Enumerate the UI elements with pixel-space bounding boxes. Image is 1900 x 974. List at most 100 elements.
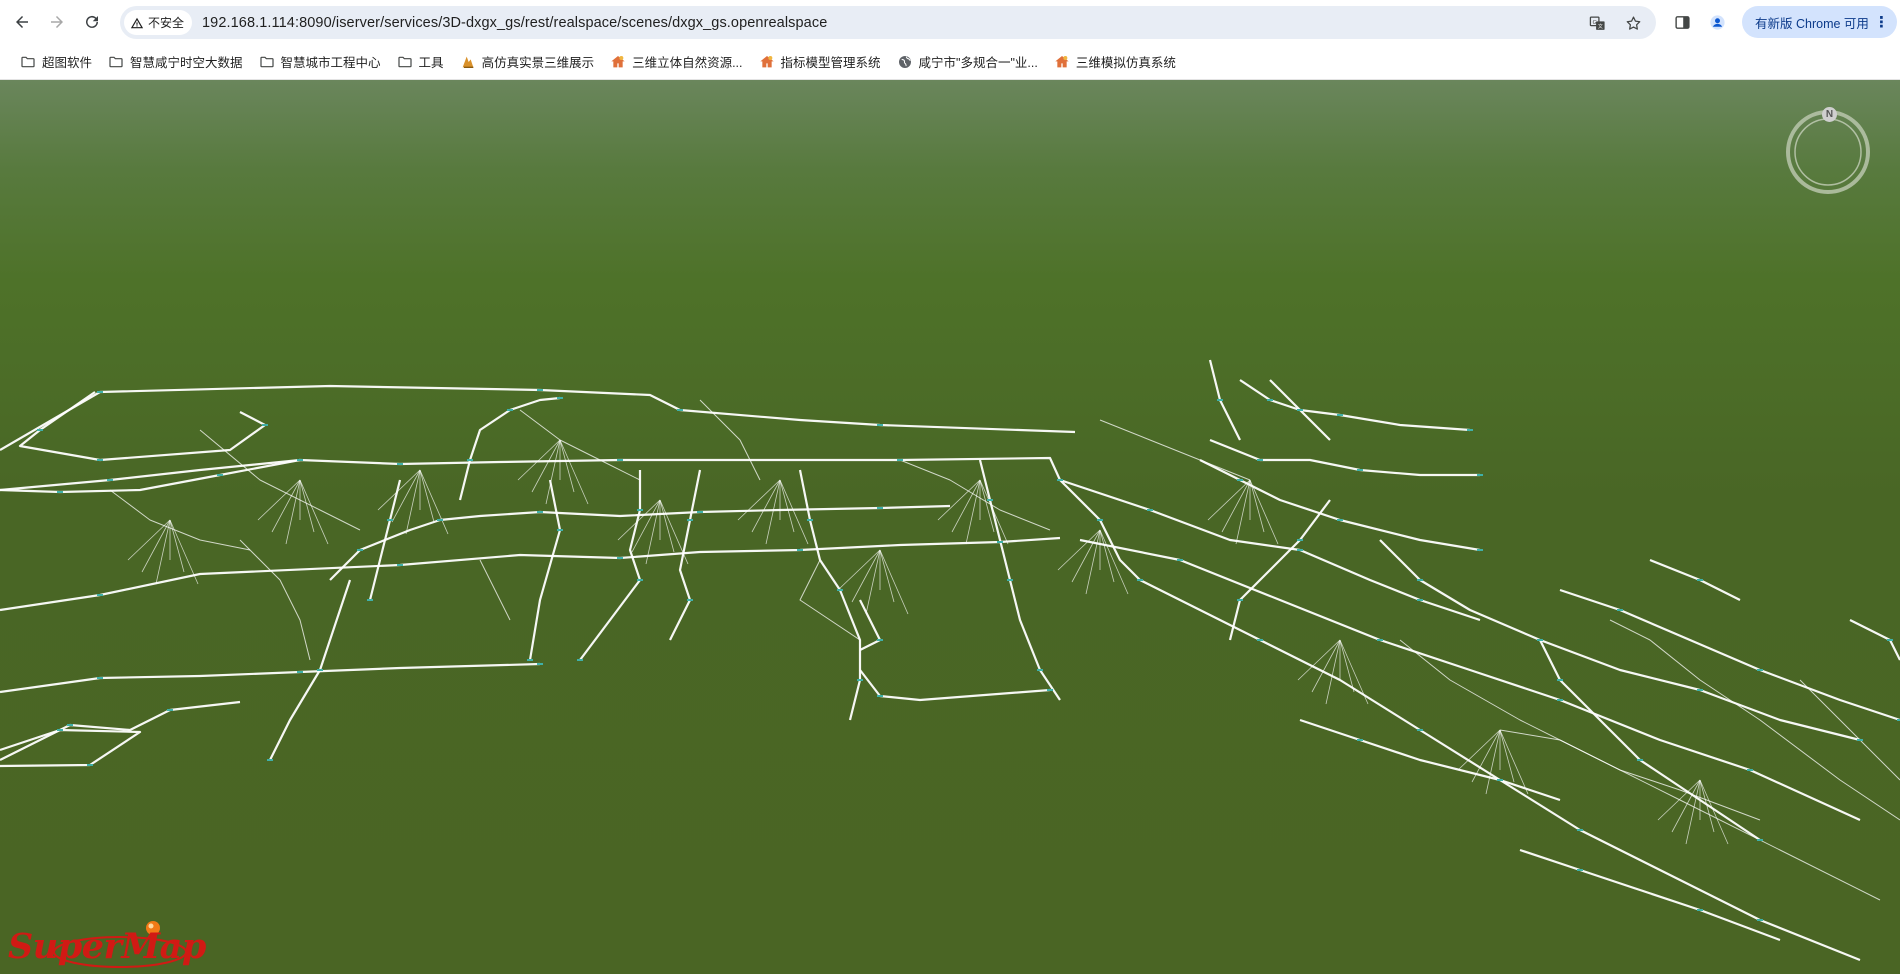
security-chip[interactable]: 不安全	[124, 10, 193, 35]
pipe-segment	[1208, 359, 1241, 441]
pipe-node	[1697, 579, 1703, 581]
pipe-node	[1337, 519, 1343, 521]
bookmark-label: 超图软件	[42, 56, 93, 70]
pipe-node	[1417, 729, 1423, 731]
pipe-segment	[368, 479, 402, 601]
pipe-node	[527, 659, 533, 661]
pipe-node	[537, 663, 543, 665]
pipe-junction-line	[1085, 529, 1101, 595]
kebab-menu-icon[interactable]: ⋮	[1874, 13, 1889, 31]
pipe-segment	[1079, 538, 1861, 822]
bookmark-label: 咸宁市"多规合一"业...	[918, 56, 1038, 70]
back-button[interactable]	[8, 8, 36, 36]
pipe-node	[1557, 699, 1563, 701]
bookmark-item[interactable]: 超图软件	[12, 48, 100, 76]
pipe-junction-line	[559, 439, 575, 493]
pipe-junction-line	[1325, 639, 1341, 705]
pipe-node	[577, 659, 583, 661]
pipe-segment	[1799, 679, 1900, 781]
pipe-node	[637, 509, 643, 511]
pipe-segment	[528, 479, 562, 661]
security-label: 不安全	[148, 16, 185, 30]
pipe-junction-line	[127, 519, 171, 561]
pipe-segment	[1379, 539, 1861, 742]
pipe-segment	[1199, 459, 1481, 552]
bookmark-item[interactable]: 咸宁市"多规合一"业...	[889, 48, 1046, 76]
pipe-segment	[329, 504, 951, 581]
pipe-node	[97, 391, 103, 393]
profile-button[interactable]	[1704, 9, 1730, 35]
pipe-junction-line	[559, 439, 589, 505]
pipe-node	[1577, 869, 1583, 871]
pipe-node	[267, 759, 273, 761]
pipe-junction-line	[751, 479, 781, 533]
pipe-node	[877, 639, 883, 641]
forward-button[interactable]	[43, 8, 71, 36]
pipe-junction-line	[419, 469, 435, 523]
reload-button[interactable]	[78, 8, 106, 36]
bookmark-label: 三维模拟仿真系统	[1075, 56, 1176, 70]
pipe-junction-line	[851, 549, 881, 603]
bookmark-item[interactable]: 智慧城市工程中心	[251, 48, 389, 76]
folder-icon	[397, 56, 412, 67]
pipe-node	[1757, 919, 1763, 921]
bookmark-label: 智慧城市工程中心	[280, 56, 381, 70]
pipe-node	[1137, 579, 1143, 581]
pipe-node	[1257, 459, 1263, 461]
pipe-junction-line	[141, 519, 171, 573]
pipe-segment	[1228, 499, 1331, 641]
pipe-junction-line	[659, 499, 675, 553]
pipe-node	[97, 677, 103, 679]
warning-icon	[130, 17, 144, 28]
pipe-junction-line	[737, 479, 781, 521]
pipe-node	[97, 594, 103, 596]
pipe-node	[1237, 479, 1243, 481]
pipe-node	[1337, 414, 1343, 416]
pipe-node	[557, 397, 563, 399]
pipe-node	[1267, 399, 1273, 401]
chrome-update-button[interactable]: 有新版 Chrome 可用 ⋮	[1742, 6, 1897, 38]
pipe-segment	[1099, 419, 1251, 481]
pipe-junction-line	[405, 469, 421, 535]
translate-button[interactable]: G文	[1584, 10, 1610, 36]
pipe-node	[217, 474, 223, 476]
address-bar[interactable]: 不安全 192.168.1.114:8090/iserver/services/…	[120, 6, 1656, 39]
pipe-junction-line	[155, 519, 171, 585]
bookmark-item[interactable]: 指标模型管理系统	[751, 48, 889, 76]
scene-viewport[interactable]: N SuperMap	[0, 80, 1900, 974]
bookmark-item[interactable]: 三维立体自然资源...	[602, 48, 750, 76]
pipe-junction-line	[965, 479, 981, 545]
pipe-node	[87, 764, 93, 766]
side-panel-button[interactable]	[1669, 9, 1695, 35]
pipe-node	[1497, 779, 1503, 781]
folder-icon	[259, 56, 274, 67]
bookmark-star-button[interactable]	[1620, 10, 1646, 36]
pipe-junction-line	[865, 549, 881, 615]
pipe-node	[877, 507, 883, 509]
pipe-junction-line	[517, 439, 561, 481]
browser-toolbar: 不安全 192.168.1.114:8090/iserver/services/…	[0, 0, 1900, 44]
bookmark-item[interactable]: 三维模拟仿真系统	[1046, 48, 1184, 76]
pipe-segment	[1609, 619, 1900, 821]
supermap-logo: SuperMap	[8, 918, 206, 974]
pipe-segment	[978, 459, 1061, 701]
star-icon	[1626, 15, 1640, 30]
pipe-node	[1887, 639, 1893, 641]
folder-icon	[109, 56, 123, 67]
forward-arrow-icon	[51, 16, 63, 28]
url-text[interactable]: 192.168.1.114:8090/iserver/services/3D-d…	[202, 15, 827, 31]
compass-control[interactable]: N	[1784, 107, 1872, 195]
pipe-node	[637, 579, 643, 581]
pipe-node	[897, 459, 903, 461]
pipe-node	[1577, 829, 1583, 831]
favicon-orange-icon	[462, 56, 473, 68]
bookmark-item[interactable]: 高仿真实景三维展示	[452, 48, 603, 76]
pipe-node	[297, 459, 303, 461]
pipe-node	[1467, 429, 1473, 431]
pipe-node	[1417, 599, 1423, 601]
pipe-node	[697, 511, 703, 513]
bookmark-item[interactable]: 智慧咸宁时空大数据	[100, 48, 251, 76]
pipe-node	[97, 459, 103, 461]
bookmark-item[interactable]: 工具	[389, 48, 452, 76]
pipe-junction-line	[1699, 779, 1715, 833]
